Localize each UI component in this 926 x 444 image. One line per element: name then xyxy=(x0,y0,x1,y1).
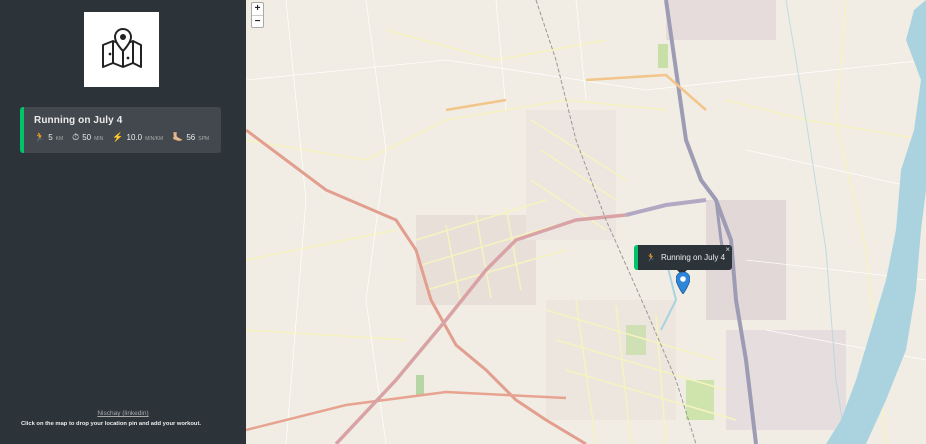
stat-unit: min xyxy=(94,136,104,142)
sidebar: Running on July 4 🏃 5 km ⏱ 50 min ⚡ 10.0… xyxy=(0,0,246,444)
stat-pace: ⚡ 10.0 min/km xyxy=(112,132,163,143)
runner-icon: 🏃 xyxy=(34,132,46,142)
marker-popup: 🏃 Running on July 4 × xyxy=(634,245,732,270)
stat-value: 10.0 xyxy=(126,133,143,142)
stat-cadence: 🦶🏼 56 spm xyxy=(172,132,209,143)
park xyxy=(626,325,646,355)
stopwatch-icon: ⏱ xyxy=(72,132,80,142)
stat-unit: spm xyxy=(198,136,210,142)
stat-duration: ⏱ 50 min xyxy=(72,132,103,143)
map-marker-icon[interactable] xyxy=(676,272,690,294)
workout-stats: 🏃 5 km ⏱ 50 min ⚡ 10.0 min/km 🦶🏼 56 spm xyxy=(34,132,211,143)
footprint-icon: 🦶🏼 xyxy=(172,132,184,142)
lightning-icon: ⚡ xyxy=(112,132,124,142)
stat-distance: 🏃 5 km xyxy=(34,132,63,143)
map-pin-icon xyxy=(101,27,142,68)
stat-unit: km xyxy=(55,136,64,142)
author-link[interactable]: Nischay (linkedin) xyxy=(0,410,246,417)
zoom-out-button[interactable]: − xyxy=(252,15,263,27)
map-tiles xyxy=(246,0,926,444)
close-icon[interactable]: × xyxy=(725,245,730,254)
workout-title: Running on July 4 xyxy=(34,115,123,126)
instructions-text: Click on the map to drop your location p… xyxy=(20,421,202,427)
zoom-in-button[interactable]: + xyxy=(252,3,263,15)
popup-text: Running on July 4 xyxy=(660,253,726,262)
stat-unit: min/km xyxy=(145,136,164,142)
stat-value: 56 xyxy=(186,133,196,142)
stat-value: 5 xyxy=(48,133,53,142)
logo xyxy=(84,12,159,87)
map[interactable] xyxy=(246,0,926,444)
zoom-control: + − xyxy=(251,2,264,28)
built-area xyxy=(666,0,776,40)
park xyxy=(416,375,424,395)
built-area xyxy=(416,215,536,305)
park xyxy=(658,44,668,68)
stat-value: 50 xyxy=(82,133,92,142)
runner-icon: 🏃 xyxy=(646,253,656,262)
workout-item[interactable]: Running on July 4 🏃 5 km ⏱ 50 min ⚡ 10.0… xyxy=(20,107,221,153)
